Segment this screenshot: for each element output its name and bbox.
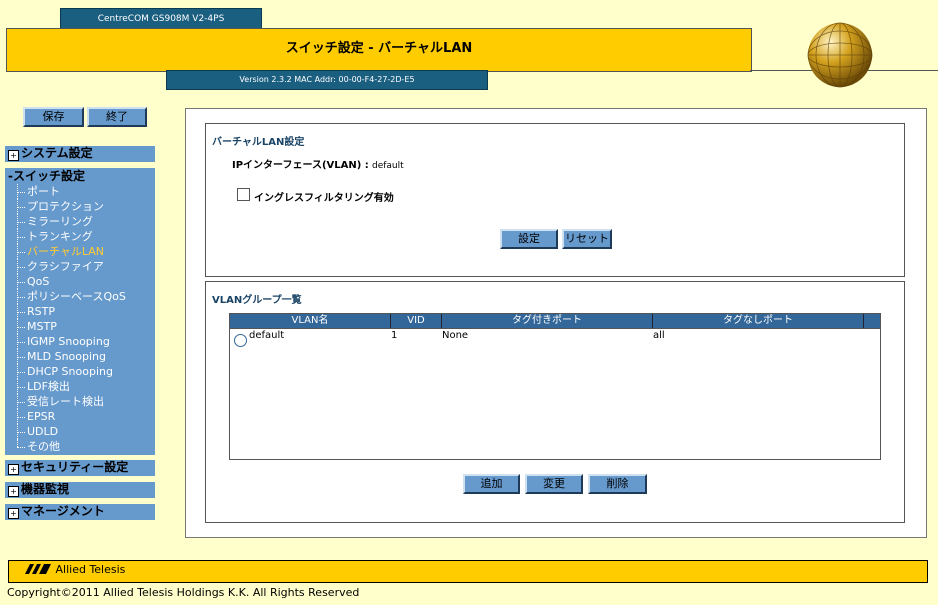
sidebar-item-trunking[interactable]: トランキング [5, 229, 155, 244]
set-button[interactable]: 設定 [500, 229, 558, 249]
ip-interface-value: default [371, 161, 404, 171]
nav-device-monitor-label: 機器監視 [21, 482, 70, 496]
sidebar-item-udld[interactable]: UDLD [5, 424, 155, 439]
nav-management[interactable]: + マネージメント [5, 504, 155, 520]
sidebar-item-dhcp-snooping[interactable]: DHCP Snooping [5, 364, 155, 379]
reset-button[interactable]: リセット [562, 229, 612, 249]
sidebar-item-label: MSTP [27, 320, 57, 333]
vid-cell: 1 [391, 330, 398, 341]
column-header[interactable]: タグ付きポート [442, 314, 653, 328]
vlan-settings-title: バーチャルLAN設定 [212, 137, 305, 148]
sidebar-item-label: 受信レート検出 [27, 395, 104, 408]
sidebar-item-qos[interactable]: QoS [5, 274, 155, 289]
sidebar-item-other[interactable]: その他 [5, 439, 155, 454]
sidebar-item-label: ミラーリング [27, 215, 93, 228]
exit-button[interactable]: 終了 [87, 107, 147, 127]
vlan-group-table: VLAN名 VID タグ付きポート タグなしポート default 1 None… [229, 313, 881, 460]
tagged-ports-cell: None [442, 330, 469, 341]
sidebar-item-label: ポート [27, 185, 60, 198]
sidebar-item-rx-rate[interactable]: 受信レート検出 [5, 394, 155, 409]
sidebar-item-port[interactable]: ポート [5, 184, 155, 199]
sidebar-item-label: QoS [27, 275, 50, 288]
ip-interface-label: IPインターフェース(VLAN) : [232, 160, 369, 171]
column-header[interactable]: VID [391, 314, 442, 328]
sidebar-item-classifier[interactable]: クラシファイア [5, 259, 155, 274]
footer-bar [8, 560, 928, 583]
sidebar-item-label: トランキング [27, 230, 93, 243]
row-select-radio[interactable] [234, 334, 247, 347]
sidebar-item-label: MLD Snooping [27, 350, 106, 363]
brand-logo: Allied Telesis [24, 563, 125, 576]
sidebar-item-label: EPSR [27, 410, 56, 423]
expand-icon[interactable]: + [8, 464, 19, 475]
allied-telesis-logo-icon [25, 564, 51, 574]
sidebar-item-label: DHCP Snooping [27, 365, 113, 378]
model-label: CentreCOM GS908M V2-4PS [60, 8, 262, 30]
vlan-group-title: VLANグループ一覧 [212, 295, 302, 306]
copyright-text: Copyright©2011 Allied Telesis Holdings K… [7, 586, 360, 599]
sidebar-item-label: その他 [27, 440, 60, 453]
sidebar-item-label: LDF検出 [27, 380, 70, 393]
nav-management-label: マネージメント [21, 504, 105, 518]
sidebar-item-label: RSTP [27, 305, 55, 318]
table-row[interactable]: default 1 None all [230, 329, 880, 347]
expand-icon[interactable]: + [8, 508, 19, 519]
ip-interface-row: IPインターフェース(VLAN) : default [232, 156, 404, 171]
column-header[interactable]: タグなしポート [653, 314, 864, 328]
nav-system-settings-label: システム設定 [21, 146, 93, 160]
sidebar-item-label: ポリシーベースQoS [27, 290, 126, 303]
nav-system-settings[interactable]: + システム設定 [5, 146, 155, 162]
nav-security-settings-label: セキュリティー設定 [21, 460, 129, 474]
sidebar-item-label: IGMP Snooping [27, 335, 110, 348]
sidebar-item-label: プロテクション [27, 200, 104, 213]
sidebar-item-virtual-lan[interactable]: バーチャルLAN [5, 244, 155, 259]
nav-switch-settings-group: -スイッチ設定 ポート プロテクション ミラーリング トランキング バーチャルL… [5, 168, 155, 455]
expand-icon[interactable]: + [8, 150, 19, 161]
sidebar-item-ldf[interactable]: LDF検出 [5, 379, 155, 394]
sidebar-item-policy-qos[interactable]: ポリシーベースQoS [5, 289, 155, 304]
sidebar-item-protection[interactable]: プロテクション [5, 199, 155, 214]
add-button[interactable]: 追加 [463, 474, 520, 494]
vlan-settings-panel: バーチャルLAN設定 IPインターフェース(VLAN) : default イン… [205, 123, 905, 277]
sidebar-item-mld-snooping[interactable]: MLD Snooping [5, 349, 155, 364]
globe-logo-icon [807, 22, 873, 88]
ingress-filter-label: イングレスフィルタリング有効 [254, 193, 394, 204]
vlan-group-panel: VLANグループ一覧 VLAN名 VID タグ付きポート タグなしポート def… [205, 281, 905, 523]
nav-switch-settings[interactable]: -スイッチ設定 [5, 169, 155, 184]
untagged-ports-cell: all [653, 330, 665, 341]
expand-icon[interactable]: + [8, 486, 19, 497]
page-title: スイッチ設定 - バーチャルLAN [6, 28, 752, 72]
sidebar-item-mirroring[interactable]: ミラーリング [5, 214, 155, 229]
delete-button[interactable]: 削除 [588, 474, 647, 494]
brand-name: Allied Telesis [55, 563, 126, 576]
edit-button[interactable]: 変更 [525, 474, 583, 494]
sidebar-item-epsr[interactable]: EPSR [5, 409, 155, 424]
main-content: バーチャルLAN設定 IPインターフェース(VLAN) : default イン… [185, 108, 927, 538]
version-info: Version 2.3.2 MAC Addr: 00-00-F4-27-2D-E… [166, 70, 488, 90]
ingress-filter-checkbox[interactable] [237, 188, 250, 201]
save-button[interactable]: 保存 [23, 107, 84, 127]
sidebar-item-rstp[interactable]: RSTP [5, 304, 155, 319]
nav-security-settings[interactable]: + セキュリティー設定 [5, 460, 155, 476]
sidebar-item-label: バーチャルLAN [27, 245, 105, 258]
column-header[interactable]: VLAN名 [230, 314, 391, 328]
sidebar-item-label: クラシファイア [27, 260, 104, 273]
table-header: VLAN名 VID タグ付きポート タグなしポート [230, 314, 880, 329]
nav-switch-settings-label: スイッチ設定 [12, 169, 85, 183]
nav-device-monitor[interactable]: + 機器監視 [5, 482, 155, 498]
sidebar-item-mstp[interactable]: MSTP [5, 319, 155, 334]
sidebar-item-igmp-snooping[interactable]: IGMP Snooping [5, 334, 155, 349]
sidebar-item-label: UDLD [27, 425, 59, 438]
vlan-name-cell: default [249, 330, 285, 341]
